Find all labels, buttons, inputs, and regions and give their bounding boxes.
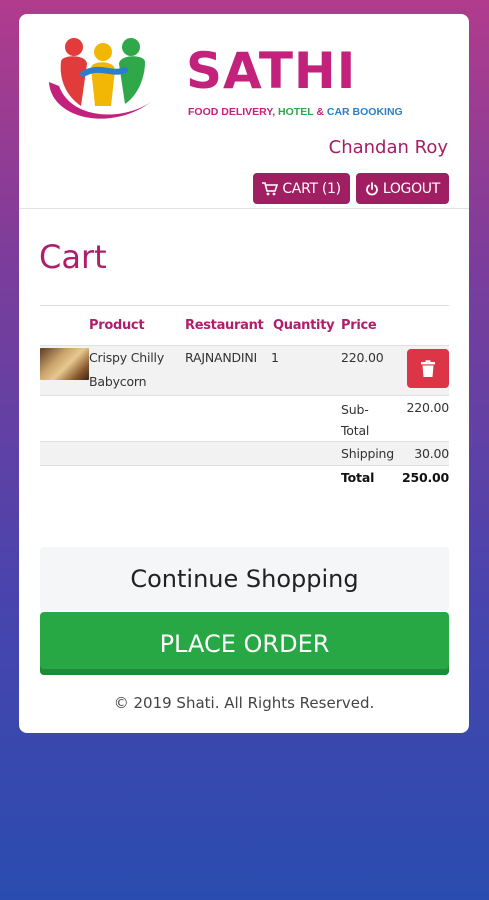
trash-icon bbox=[421, 359, 435, 377]
restaurant-name: RAJNANDINI bbox=[185, 350, 258, 365]
cart-button[interactable]: CART (1) bbox=[253, 173, 350, 204]
shipping-row: Shipping 30.00 bbox=[40, 441, 449, 465]
product-name: Crispy Chilly Babycorn bbox=[89, 350, 165, 389]
title-divider bbox=[40, 305, 449, 306]
main-card: SATHI FOOD DELIVERY, HOTEL & CAR BOOKING… bbox=[19, 14, 469, 733]
header-product: Product bbox=[89, 318, 145, 333]
brand-tagline: FOOD DELIVERY, HOTEL & CAR BOOKING bbox=[188, 106, 403, 118]
power-icon bbox=[365, 181, 378, 195]
total-label: Total bbox=[341, 470, 375, 485]
brand-name: SATHI bbox=[186, 42, 357, 100]
logout-button[interactable]: LOGOUT bbox=[355, 173, 449, 204]
header-actions: CART (1) LOGOUT bbox=[253, 173, 449, 204]
table-row: Crispy Chilly Babycorn RAJNANDINI 1 220.… bbox=[40, 345, 449, 395]
price-value: 220.00 bbox=[341, 350, 384, 365]
header-price: Price bbox=[341, 318, 377, 333]
delete-item-button[interactable] bbox=[407, 349, 449, 388]
user-name[interactable]: Chandan Roy bbox=[329, 137, 448, 158]
logout-button-label: LOGOUT bbox=[382, 180, 440, 197]
copyright-footer: © 2019 Shati. All Rights Reserved. bbox=[113, 694, 375, 712]
quantity-value: 1 bbox=[271, 350, 279, 365]
header-divider bbox=[19, 208, 469, 209]
subtotal-value: 220.00 bbox=[406, 400, 449, 415]
subtotal-label: Sub- Total bbox=[341, 402, 370, 438]
cart-table-header: Product Restaurant Quantity Price bbox=[19, 318, 469, 338]
logo-people-icon bbox=[49, 38, 151, 119]
header-restaurant: Restaurant bbox=[185, 318, 264, 333]
subtotal-row: Sub- Total 220.00 bbox=[40, 395, 449, 441]
product-image bbox=[40, 348, 89, 380]
header-quantity: Quantity bbox=[273, 318, 335, 333]
brand-logo[interactable]: SATHI FOOD DELIVERY, HOTEL & CAR BOOKING bbox=[41, 24, 403, 134]
place-order-button[interactable]: PLACE ORDER bbox=[40, 612, 449, 675]
shipping-value: 30.00 bbox=[414, 446, 449, 461]
cart-icon bbox=[262, 181, 279, 195]
shipping-label: Shipping bbox=[341, 446, 394, 461]
total-value: 250.00 bbox=[401, 470, 449, 485]
continue-shopping-button[interactable]: Continue Shopping bbox=[40, 547, 449, 611]
total-row: Total 250.00 bbox=[40, 465, 449, 489]
page-title: Cart bbox=[39, 238, 107, 276]
cart-button-label: CART (1) bbox=[282, 180, 341, 197]
